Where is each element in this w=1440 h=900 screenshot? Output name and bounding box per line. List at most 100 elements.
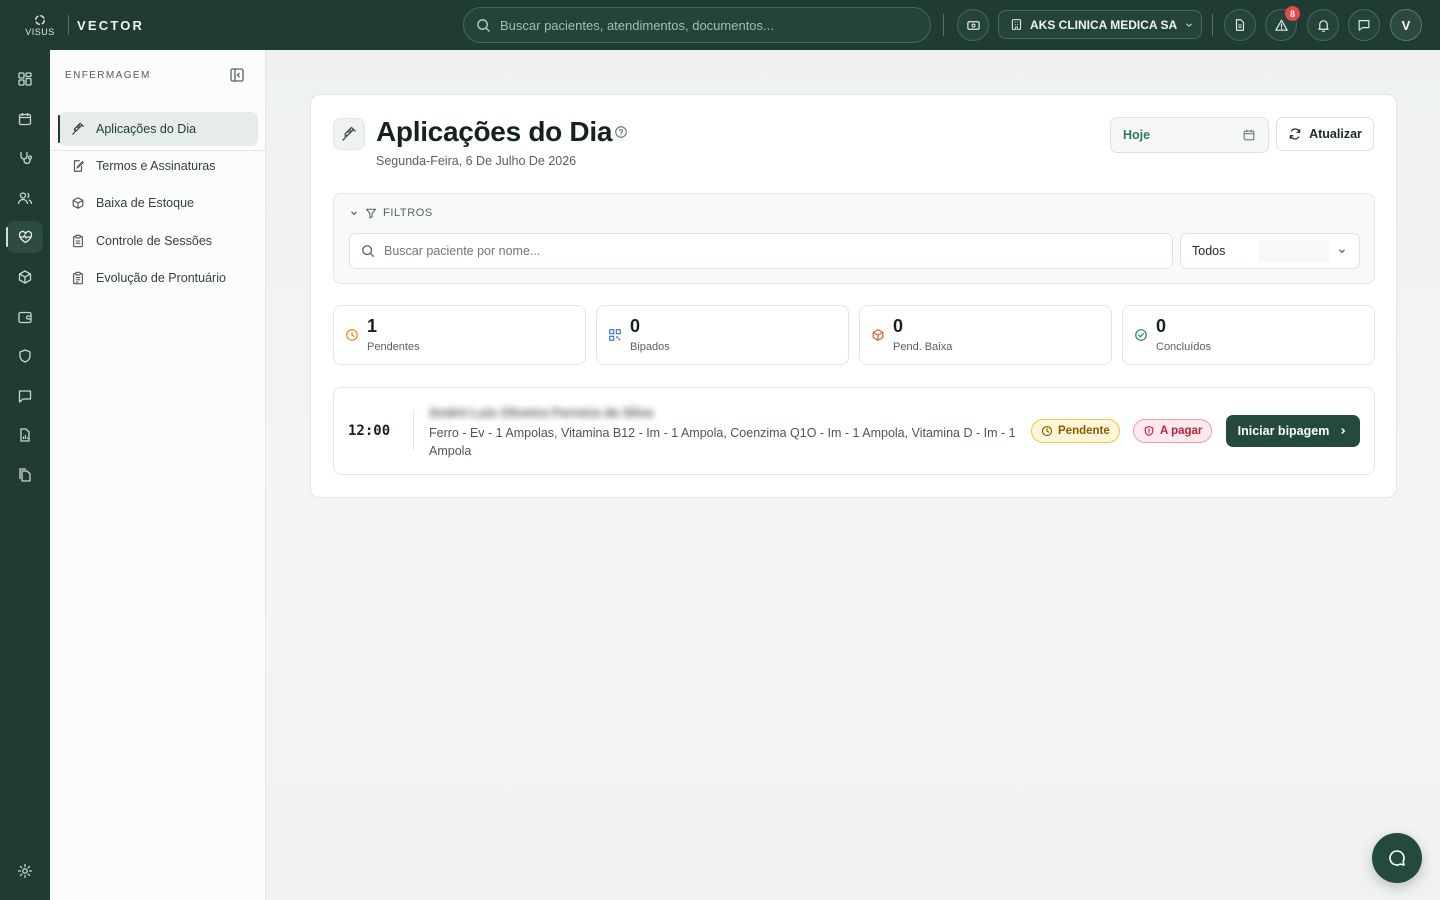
- start-scanning-button[interactable]: Iniciar bipagem: [1226, 415, 1360, 447]
- date-filter-select[interactable]: Hoje: [1110, 117, 1269, 153]
- shield-icon: [19, 349, 31, 363]
- chevron-down-icon: [1186, 22, 1193, 27]
- rail-settings[interactable]: [7, 855, 43, 887]
- payment-badge: A pagar: [1133, 419, 1213, 443]
- chat-bubble-icon: [1389, 850, 1405, 866]
- filters-toggle[interactable]: FILTROS: [349, 207, 433, 219]
- message-square-icon: [1358, 20, 1370, 31]
- nav-item-evolucao[interactable]: Evolução de Prontuário: [58, 261, 258, 295]
- appointment-items: Ferro - Ev - 1 Ampolas, Vitamina B12 - I…: [429, 426, 1016, 458]
- filter-icon: [365, 208, 377, 219]
- status-select-field: [1259, 240, 1329, 262]
- dashboard-icon: [18, 72, 32, 86]
- support-chat-button[interactable]: [1372, 833, 1422, 883]
- appointment-row[interactable]: 12:00 André Luis Oliveira Ferreira da Si…: [333, 387, 1375, 475]
- rail-inventory[interactable]: [7, 261, 43, 293]
- report-icon: [20, 428, 30, 442]
- alerts-button[interactable]: 8: [1265, 6, 1300, 41]
- subnav-section-title: ENFERMAGEM: [65, 70, 151, 81]
- stat-label: Concluídos: [1156, 341, 1212, 353]
- status-filter-value: Todos: [1192, 244, 1226, 258]
- logo-mark-icon: [34, 14, 46, 25]
- rail-security[interactable]: [7, 340, 43, 372]
- appointment-time: 12:00: [348, 423, 391, 439]
- check-circle-icon: [1135, 329, 1147, 341]
- box-icon: [18, 270, 32, 284]
- refresh-button[interactable]: Atualizar: [1276, 117, 1374, 151]
- stat-pendentes[interactable]: 1 Pendentes: [333, 305, 586, 365]
- building-icon: [1011, 19, 1022, 30]
- stat-concluidos[interactable]: 0 Concluídos: [1122, 305, 1375, 365]
- chevron-down-icon: [351, 211, 357, 216]
- nav-item-aplicacoes[interactable]: Aplicações do Dia: [58, 112, 258, 146]
- top-bar: VISUS VECTOR AKS CLINICA MEDICA SA 8 V: [0, 0, 1440, 50]
- rail-patients[interactable]: [7, 182, 43, 214]
- rail-clinical[interactable]: [7, 142, 43, 174]
- rail-dashboard[interactable]: [7, 63, 43, 95]
- wallet-icon: [18, 311, 32, 324]
- patient-search-input[interactable]: [384, 244, 1164, 258]
- global-search-input[interactable]: [500, 17, 910, 33]
- rail-reports[interactable]: [7, 419, 43, 451]
- syringe-icon: [72, 122, 84, 135]
- stat-label: Pend. Baixa: [893, 341, 953, 353]
- cash-register-button[interactable]: [957, 9, 989, 41]
- stat-label: Pendentes: [367, 341, 420, 353]
- clinic-selector[interactable]: AKS CLINICA MEDICA SA: [998, 10, 1202, 39]
- status-badge-pending: Pendente: [1031, 419, 1120, 443]
- documents-button[interactable]: [1224, 9, 1256, 41]
- gear-icon: [17, 863, 33, 879]
- nav-item-termos[interactable]: Termos e Assinaturas: [58, 149, 258, 183]
- syringe-icon: [342, 126, 356, 141]
- nav-item-label: Baixa de Estoque: [96, 196, 194, 210]
- logo-text: VISUS: [25, 26, 55, 37]
- chevron-right-icon: [1341, 428, 1346, 434]
- stat-value: 0: [893, 316, 904, 336]
- rail-calendar[interactable]: [7, 103, 43, 135]
- alerts-count-badge: 8: [1285, 6, 1300, 21]
- rail-chat[interactable]: [7, 380, 43, 412]
- patient-search[interactable]: [349, 233, 1173, 269]
- page-title-icon-box: [333, 118, 365, 150]
- calendar-icon: [18, 113, 32, 126]
- nav-item-label: Aplicações do Dia: [96, 122, 197, 136]
- nav-item-label: Controle de Sessões: [96, 234, 213, 248]
- stat-pend-baixa[interactable]: 0 Pend. Baixa: [859, 305, 1112, 365]
- patient-name[interactable]: André Luis Oliveira Ferreira da Silva: [429, 405, 653, 420]
- start-scanning-label: Iniciar bipagem: [1237, 424, 1330, 438]
- filters-title: FILTROS: [383, 207, 433, 219]
- user-avatar[interactable]: V: [1390, 9, 1422, 41]
- nav-item-baixa-estoque[interactable]: Baixa de Estoque: [58, 186, 258, 220]
- qr-code-icon: [609, 329, 621, 341]
- stat-label: Bipados: [630, 341, 670, 353]
- users-icon: [17, 192, 33, 205]
- bell-icon: [1317, 19, 1329, 32]
- rail-nursing[interactable]: [6, 221, 43, 253]
- stat-bipados[interactable]: 0 Bipados: [596, 305, 849, 365]
- help-icon[interactable]: [614, 125, 628, 139]
- package-icon: [72, 197, 84, 209]
- nav-item-sessoes[interactable]: Controle de Sessões: [58, 224, 258, 258]
- global-search[interactable]: [463, 7, 931, 43]
- brand-divider: [68, 15, 69, 35]
- sidebar-collapse-icon[interactable]: [229, 67, 245, 83]
- filters-panel: FILTROS Todos: [333, 193, 1375, 284]
- calendar-icon: [1243, 129, 1255, 141]
- rail-documents[interactable]: [7, 459, 43, 491]
- heart-pulse-icon: [18, 230, 32, 244]
- main-content: Aplicações do Dia Segunda-Feira, 6 De Ju…: [266, 50, 1440, 900]
- page-subtitle: Segunda-Feira, 6 De Julho De 2026: [376, 154, 577, 168]
- rail-finance[interactable]: [7, 301, 43, 333]
- shield-alert-icon: [1144, 425, 1154, 437]
- clock-icon: [1041, 425, 1053, 437]
- files-icon: [19, 468, 31, 482]
- refresh-label: Atualizar: [1309, 127, 1362, 141]
- status-filter-select[interactable]: Todos: [1180, 233, 1360, 269]
- status-badge-label: Pendente: [1058, 425, 1110, 437]
- nav-item-label: Termos e Assinaturas: [96, 159, 216, 173]
- warning-icon: [1274, 19, 1288, 31]
- file-signature-icon: [73, 160, 84, 172]
- notifications-button[interactable]: [1307, 9, 1339, 41]
- stat-value: 0: [630, 316, 641, 336]
- messages-button[interactable]: [1348, 9, 1380, 41]
